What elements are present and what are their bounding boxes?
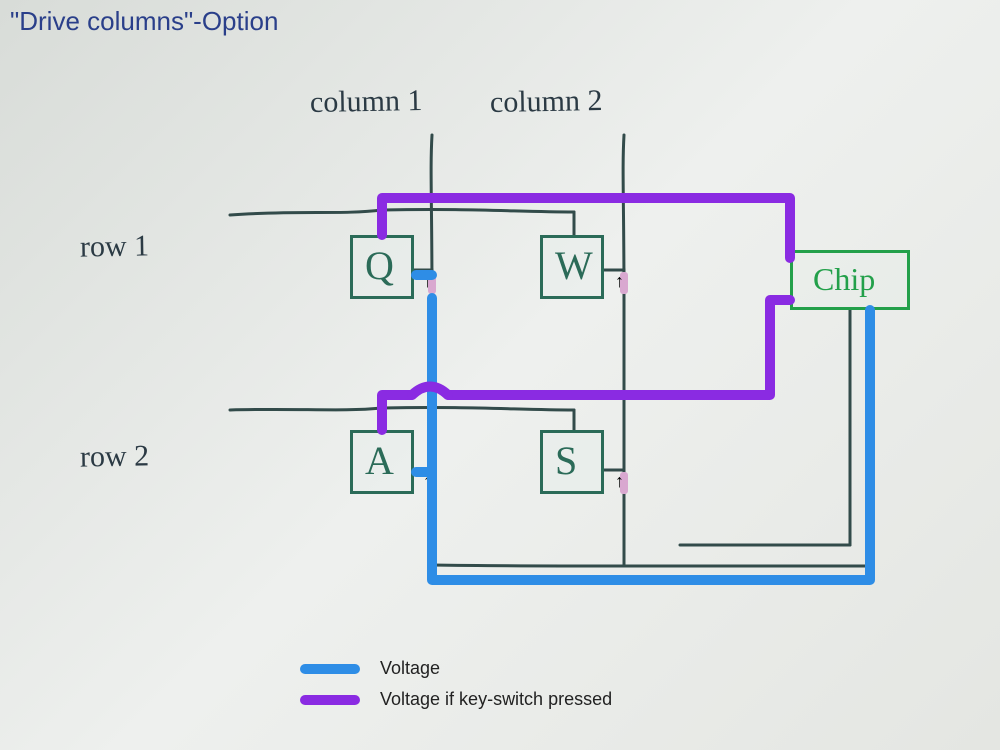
label-row-1: row 1 bbox=[80, 229, 150, 264]
legend-voltage-label: Voltage bbox=[380, 658, 440, 679]
label-column-1: column 1 bbox=[310, 84, 423, 120]
key-s-label: S bbox=[555, 437, 577, 484]
key-a-label: A bbox=[365, 437, 394, 484]
diagram-title: "Drive columns"-Option bbox=[10, 6, 278, 37]
label-row-2: row 2 bbox=[80, 439, 150, 474]
legend-voltage-swatch bbox=[300, 664, 360, 674]
label-column-2: column 2 bbox=[490, 84, 603, 120]
key-a: A bbox=[350, 430, 414, 494]
key-w: W bbox=[540, 235, 604, 299]
chip: Chip bbox=[790, 250, 910, 310]
diode-q: ↑ bbox=[425, 272, 439, 294]
chip-label: Chip bbox=[813, 261, 875, 298]
legend-voltage-pressed: Voltage if key-switch pressed bbox=[300, 689, 612, 710]
legend-voltage: Voltage bbox=[300, 658, 612, 679]
key-s: S bbox=[540, 430, 604, 494]
key-w-label: W bbox=[555, 242, 593, 289]
key-q-label: Q bbox=[365, 242, 394, 289]
diode-w: ↑ bbox=[617, 272, 631, 294]
key-q: Q bbox=[350, 235, 414, 299]
diode-s: ↑ bbox=[617, 472, 631, 494]
legend-voltage-pressed-swatch bbox=[300, 695, 360, 705]
legend-voltage-pressed-label: Voltage if key-switch pressed bbox=[380, 689, 612, 710]
legend: Voltage Voltage if key-switch pressed bbox=[300, 658, 612, 720]
diode-a: ↑ bbox=[425, 472, 439, 494]
